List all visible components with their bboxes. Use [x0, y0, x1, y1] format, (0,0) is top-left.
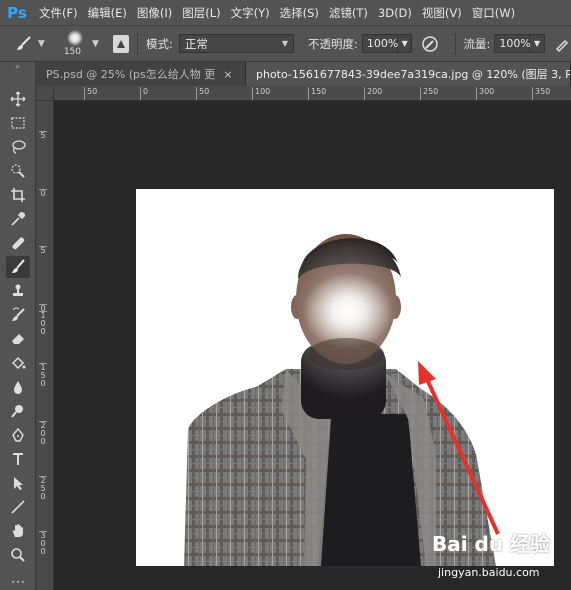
- healing-brush-tool-icon[interactable]: [6, 232, 30, 254]
- history-brush-tool-icon[interactable]: [6, 304, 30, 326]
- chevron-down-icon[interactable]: ▼: [38, 39, 45, 49]
- chevron-down-icon[interactable]: ▼: [92, 39, 99, 49]
- menu-bar: Ps 文件(F) 编辑(E) 图像(I) 图层(L) 文字(Y) 选择(S) 滤…: [0, 0, 571, 25]
- tools-panel: » •••: [0, 62, 36, 590]
- menu-type[interactable]: 文字(Y): [226, 5, 275, 21]
- mode-label: 模式:: [146, 36, 173, 51]
- brush-size-value: 150: [63, 46, 81, 57]
- ruler-tick-label: 1 0 0: [39, 311, 47, 336]
- ruler-tick-label: 200: [364, 87, 382, 100]
- ps-logo: Ps: [7, 3, 27, 22]
- vertical-ruler[interactable]: 5 0 5 0 1 0 0 1 5 0 2 0 0 2 5 0 3 0 0: [36, 101, 54, 590]
- menu-file[interactable]: 文件(F): [34, 5, 83, 21]
- brush-preset-icon[interactable]: [14, 33, 34, 55]
- blur-tool-icon[interactable]: [6, 376, 30, 398]
- tab-label: PS.psd @ 25% (ps怎么给人物 更: [46, 68, 216, 81]
- line-tool-icon[interactable]: [6, 496, 30, 518]
- mode-dropdown[interactable]: 正常 ▼: [178, 34, 295, 53]
- ruler-tick-label: 50: [84, 87, 97, 100]
- brush-tool-icon[interactable]: [6, 256, 30, 278]
- zoom-tool-icon[interactable]: [6, 544, 30, 566]
- menu-select[interactable]: 选择(S): [275, 5, 324, 21]
- brush-tip-icon: [66, 29, 83, 46]
- more-tools-icon[interactable]: •••: [0, 578, 36, 587]
- ruler-tick-label: 300: [476, 87, 494, 100]
- move-tool-icon[interactable]: [6, 88, 30, 110]
- hand-tool-icon[interactable]: [6, 520, 30, 542]
- brush-size-picker[interactable]: 150: [61, 28, 88, 60]
- ruler-tick-label: 50: [196, 87, 209, 100]
- divider: [137, 32, 139, 55]
- close-icon[interactable]: ×: [223, 68, 232, 81]
- document-tabs: PS.psd @ 25% (ps怎么给人物 更 × photo-15616778…: [36, 62, 571, 86]
- baidu-watermark-url: jingyan.baidu.com: [438, 566, 540, 579]
- menu-layer[interactable]: 图层(L): [177, 5, 225, 21]
- chevron-down-icon: ▼: [534, 39, 541, 48]
- paint-bucket-tool-icon[interactable]: [6, 352, 30, 374]
- clone-stamp-tool-icon[interactable]: [6, 280, 30, 302]
- chevron-down-icon: ▼: [281, 39, 289, 48]
- ruler-tick-label: 350: [532, 87, 550, 100]
- menu-edit[interactable]: 编辑(E): [83, 5, 132, 21]
- menu-view[interactable]: 视图(V): [417, 5, 467, 21]
- photo-of-man-in-plaid-blazer: [184, 229, 500, 566]
- opacity-value: 100%: [366, 37, 399, 50]
- flow-value: 100%: [499, 37, 531, 50]
- pen-tool-icon[interactable]: [6, 424, 30, 446]
- flow-slider-toggle[interactable]: ▼: [530, 34, 545, 53]
- options-bar: ▼ 150 ▼ 模式: 正常 ▼ 不透明度: 100% ▼ 流量: 100% ▼: [0, 25, 571, 62]
- quick-select-tool-icon[interactable]: [6, 160, 30, 182]
- mode-value: 正常: [184, 36, 208, 51]
- ruler-tick-label: 0: [39, 189, 47, 198]
- photoshop-window: Ps 文件(F) 编辑(E) 图像(I) 图层(L) 文字(Y) 选择(S) 滤…: [0, 0, 571, 590]
- tab-photo-jpg[interactable]: photo-1561677843-39dee7a319ca.jpg @ 120%…: [246, 62, 571, 86]
- eyedropper-tool-icon[interactable]: [6, 208, 30, 230]
- horizontal-ruler[interactable]: 50 0 50 100 150 200 250 300 350: [54, 86, 571, 101]
- ruler-origin[interactable]: [36, 86, 54, 101]
- ruler-tick-label: 100: [252, 87, 270, 100]
- brush-settings-toggle-icon[interactable]: [112, 34, 130, 53]
- marquee-tool-icon[interactable]: [6, 112, 30, 134]
- path-select-tool-icon[interactable]: [6, 472, 30, 494]
- crop-tool-icon[interactable]: [6, 184, 30, 206]
- eraser-tool-icon[interactable]: [6, 328, 30, 350]
- ruler-tick-label: 250: [420, 87, 438, 100]
- ruler-tick-label: 3 0 0: [39, 531, 47, 556]
- airbrush-icon[interactable]: [553, 34, 571, 54]
- tab-ps-psd[interactable]: PS.psd @ 25% (ps怎么给人物 更 ×: [36, 62, 246, 86]
- ruler-tick-label: 2 5 0: [39, 476, 47, 501]
- tab-label: photo-1561677843-39dee7a319ca.jpg @ 120%…: [256, 68, 571, 81]
- opacity-input[interactable]: 100%: [361, 34, 399, 53]
- ruler-tick-label: 5: [39, 246, 47, 255]
- divider: [454, 32, 456, 55]
- opacity-slider-toggle[interactable]: ▼: [397, 34, 413, 53]
- pressure-opacity-icon[interactable]: [420, 34, 438, 54]
- menu-window[interactable]: 窗口(W): [467, 5, 520, 21]
- flow-label: 流量:: [463, 36, 491, 51]
- type-tool-icon[interactable]: [6, 448, 30, 470]
- lasso-tool-icon[interactable]: [6, 136, 30, 158]
- ruler-tick-label: 1 5 0: [39, 363, 47, 388]
- chevron-down-icon: ▼: [401, 39, 408, 48]
- document-canvas[interactable]: [136, 189, 554, 566]
- menu-3d[interactable]: 3D(D): [373, 6, 417, 20]
- ruler-tick-label: 0: [140, 87, 148, 100]
- ruler-tick-label: 5: [39, 131, 47, 140]
- baidu-watermark: Bai du 经验: [432, 532, 551, 556]
- flow-input[interactable]: 100%: [494, 34, 531, 53]
- menu-image[interactable]: 图像(I): [132, 5, 177, 21]
- dodge-tool-icon[interactable]: [6, 400, 30, 422]
- menu-filter[interactable]: 滤镜(T): [324, 5, 373, 21]
- opacity-label: 不透明度:: [308, 36, 358, 51]
- ruler-tick-label: 150: [308, 87, 326, 100]
- ruler-tick-label: 2 0 0: [39, 421, 47, 446]
- panel-grip-icon[interactable]: »: [0, 62, 35, 71]
